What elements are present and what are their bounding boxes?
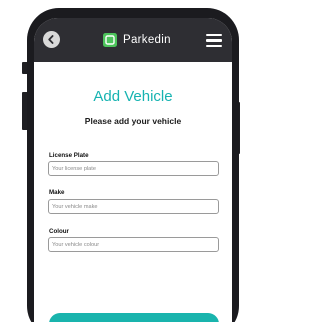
page-title: Add Vehicle bbox=[93, 88, 173, 105]
back-button[interactable] bbox=[43, 31, 60, 48]
app-header: Parkedin bbox=[34, 18, 232, 62]
license-plate-input[interactable] bbox=[48, 161, 219, 176]
colour-input[interactable] bbox=[48, 237, 219, 252]
brand: Parkedin bbox=[103, 32, 171, 48]
app-name: Parkedin bbox=[123, 34, 171, 46]
menu-button[interactable] bbox=[206, 34, 222, 47]
parkedin-logo-icon bbox=[103, 33, 117, 47]
license-plate-label: License Plate bbox=[49, 152, 89, 159]
page-subtitle: Please add your vehicle bbox=[84, 116, 182, 126]
make-input[interactable] bbox=[48, 199, 219, 214]
chevron-left-icon bbox=[48, 35, 54, 44]
add-vehicle-button[interactable]: ADD VEHICLE bbox=[49, 313, 219, 322]
make-label: Make bbox=[49, 189, 65, 196]
phone-screen: Parkedin Add Vehicle Please add your veh… bbox=[34, 18, 232, 322]
colour-label: Colour bbox=[49, 228, 69, 235]
